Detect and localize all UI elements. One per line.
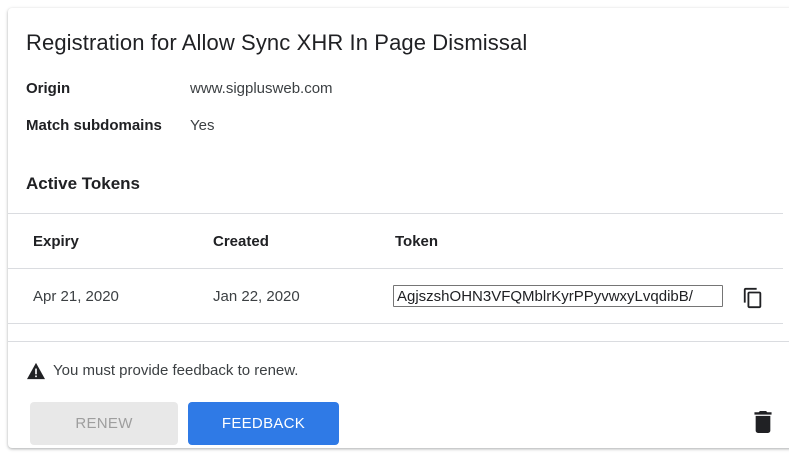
origin-label: Origin [26, 80, 71, 97]
renew-button[interactable]: Renew [30, 402, 178, 445]
column-header-expiry: Expiry [33, 233, 79, 250]
origin-value: www.sigplusweb.com [190, 80, 333, 97]
content-copy-icon[interactable] [742, 286, 764, 310]
active-tokens-heading: Active Tokens [26, 174, 141, 193]
match-subdomains-value: Yes [190, 117, 215, 134]
token-field[interactable] [393, 285, 723, 307]
column-header-created: Created [213, 233, 269, 250]
table-header-divider [8, 268, 783, 269]
renew-warning-text: You must provide feedback to renew. [53, 362, 299, 379]
registration-card [8, 8, 789, 448]
trash-icon[interactable] [754, 411, 772, 433]
page-title: Registration for Allow Sync XHR In Page … [26, 30, 528, 55]
table-top-divider [8, 213, 783, 214]
token-created: Jan 22, 2020 [213, 288, 300, 305]
warning-icon [27, 362, 45, 380]
table-bottom-divider [8, 323, 783, 324]
column-header-token: Token [395, 233, 439, 250]
feedback-button[interactable]: Feedback [188, 402, 339, 445]
footer-divider [8, 341, 789, 342]
match-subdomains-label: Match subdomains [26, 117, 162, 134]
token-expiry: Apr 21, 2020 [33, 288, 119, 305]
